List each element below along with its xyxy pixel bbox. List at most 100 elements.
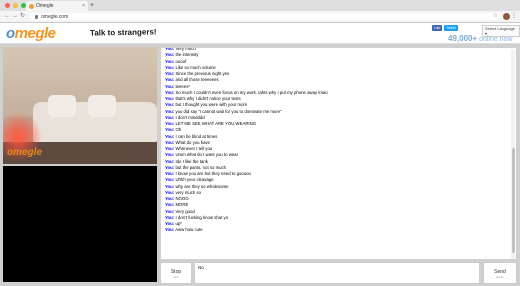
chat-message-text: and all those teeeeees [175, 77, 219, 83]
stranger-video: omegle [3, 47, 157, 164]
online-count: 49,000+ online now [448, 34, 513, 43]
chat-message-text: the intensity [175, 52, 199, 58]
self-video [3, 166, 157, 282]
chat-message-text: Ido I like the tank [175, 158, 208, 164]
chat-controls: Stop Esc No Send Enter [160, 262, 517, 284]
chat-speaker: You: [165, 89, 175, 95]
chat-message-text: Very much [175, 47, 196, 51]
chat-message-text: Whenever I tell you [175, 146, 213, 151]
chat-message-text: I can be blind at times [175, 133, 218, 139]
chat-message-text: LET ME SEE WHAT ARE YOU WEARING [175, 121, 257, 126]
tweet-button[interactable]: Tweet [444, 25, 458, 31]
omegle-logo[interactable]: omegle [6, 25, 56, 42]
chat-message-text: I know you are but they need to gooooo [175, 171, 251, 176]
chat-speaker: You: [165, 158, 175, 164]
chat-speaker: You: [165, 208, 175, 214]
social-buttons: Like Tweet [432, 25, 458, 31]
chat-scrollbar-thumb[interactable] [512, 148, 515, 253]
chat-speaker: You: [165, 83, 175, 89]
chat-message-text: Aww how cute [175, 227, 203, 233]
address-bar[interactable]: omegle.com [30, 13, 500, 20]
main-area: omegle You: Very much You: the intensity Y… [0, 44, 520, 286]
chat-lines: You: Very much You: the intensity You: ooo… [165, 47, 505, 234]
chat-message-text: Uhhh your cleavage [175, 177, 214, 183]
chat-message-text: why are they so wholesome [175, 183, 229, 189]
video-cushion [48, 95, 76, 117]
chat-speaker: You: [165, 183, 175, 189]
tab-close-icon[interactable]: × [82, 3, 85, 9]
chat-speaker: You: [165, 152, 175, 158]
chat-speaker: You: [165, 221, 175, 226]
chat-speaker: You: [165, 227, 175, 233]
logo-o: o [6, 25, 15, 42]
tab-title: Omegle [36, 3, 54, 9]
tagline: Talk to strangers! [89, 27, 157, 38]
chat-speaker: You: [165, 177, 175, 183]
chat-message-text: oooof [175, 58, 187, 64]
online-number: 49,000+ [448, 34, 478, 43]
chat-speaker: You: [165, 139, 175, 145]
chat-speaker: You: [165, 214, 175, 220]
tab-strip: Omegle × + [0, 0, 520, 11]
site-header: omegle Talk to strangers! Like Tweet Sel… [0, 23, 520, 44]
chat-speaker: You: [165, 189, 175, 195]
chat-speaker: You: [165, 108, 175, 114]
chat-message-text: teeees* [175, 83, 191, 89]
chat-message-text: What do you have [175, 139, 211, 145]
new-tab-button[interactable]: + [90, 1, 94, 10]
forward-icon[interactable]: → [12, 12, 18, 21]
chat-message-text: Very good [175, 208, 195, 214]
chat-message-text: I don't mindddd [175, 114, 205, 120]
message-input-value: No [198, 265, 204, 270]
chat-speaker: You: [165, 114, 175, 120]
chat-message-text: very much so [175, 189, 201, 195]
chat-speaker: You: [165, 47, 175, 51]
browser-menu-icon[interactable]: ⋮ [511, 12, 517, 21]
chat-message-text: Umm what do I want you to wear [175, 152, 239, 158]
chat-message-text: that's why I didn't notice your texts [175, 96, 241, 101]
chat-speaker: You: [165, 121, 175, 126]
chat-message-text: I don't fucking know shut yo [175, 214, 229, 220]
video-cushion [88, 95, 116, 117]
facebook-like-button[interactable]: Like [432, 25, 443, 31]
stop-button[interactable]: Stop Esc [160, 262, 192, 284]
chat-message-text: Oh [175, 127, 182, 133]
bookmark-star-icon[interactable]: ☆ [493, 12, 498, 21]
send-button-hint: Enter [496, 275, 504, 279]
chat-message-text: Like so much volume [175, 64, 216, 70]
window-controls [5, 3, 26, 8]
minimize-window-button[interactable] [13, 3, 18, 8]
chat-log[interactable]: You: Very much You: the intensity You: ooo… [160, 47, 517, 260]
chat-message-text: up* [175, 221, 182, 226]
lock-icon [35, 14, 38, 19]
reload-icon[interactable]: ↻ [20, 12, 25, 21]
chat-speaker: You: [165, 64, 175, 70]
url-text: omegle.com [41, 13, 69, 20]
chat-speaker: You: [165, 102, 175, 108]
chat-speaker: You: [165, 58, 175, 64]
chat-message-text: you did say "I cannot wait for you to do… [175, 108, 282, 114]
chat-message-text: NOOO [175, 196, 189, 201]
chat-speaker: You: [165, 71, 175, 76]
send-button[interactable]: Send Enter [483, 262, 517, 284]
chat-speaker: You: [165, 146, 175, 151]
stop-button-hint: Esc [173, 275, 179, 279]
chat-message-text: So much I couldn't even focus on my work… [175, 89, 328, 95]
video-watermark: omegle [7, 147, 43, 158]
browser-tab[interactable]: Omegle × [26, 1, 88, 11]
chat-speaker: You: [165, 133, 175, 139]
chat-message: You: Aww how cute [165, 227, 505, 233]
browser-toolbar: ← → ↻ omegle.com ☆ ⋮ [0, 11, 520, 22]
profile-avatar[interactable] [503, 13, 510, 20]
message-input[interactable]: No [194, 262, 480, 284]
omegle-favicon-icon [29, 3, 34, 9]
chat-speaker: You: [165, 77, 175, 83]
chat-speaker: You: [165, 127, 175, 133]
chat-speaker: You: [165, 196, 175, 201]
chat-speaker: You: [165, 202, 175, 208]
back-icon[interactable]: ← [4, 12, 10, 21]
chat-message-text: Since the previous night yes [175, 71, 230, 76]
chat-message-text: but the pants, not so much [175, 164, 227, 170]
chat-speaker: You: [165, 52, 175, 58]
close-window-button[interactable] [5, 3, 10, 8]
